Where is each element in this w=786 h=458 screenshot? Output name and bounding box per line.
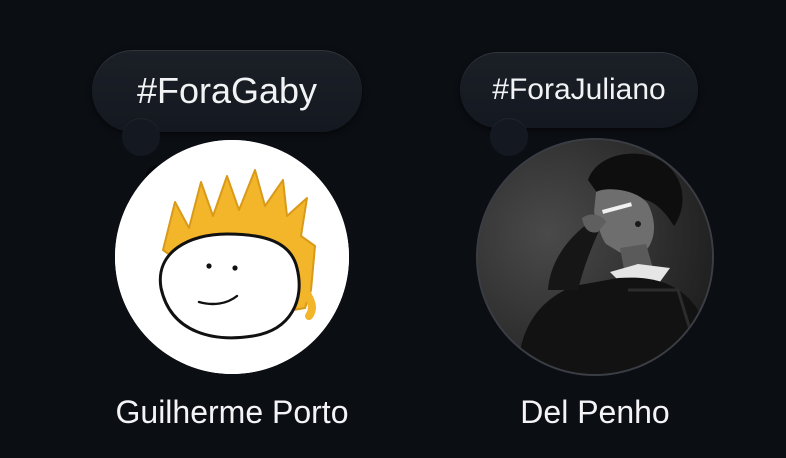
bubble-tail-dot xyxy=(490,118,528,156)
notes-row: #ForaGaby Guilherme Porto #ForaJuliano D… xyxy=(0,0,786,458)
person-smoking-photo-avatar-icon xyxy=(478,140,712,374)
cartoon-face-avatar-icon xyxy=(115,140,349,374)
bubble-tail-dot xyxy=(122,118,160,156)
note-text: #ForaJuliano xyxy=(492,73,666,106)
note-text: #ForaGaby xyxy=(136,70,318,111)
avatar[interactable] xyxy=(478,140,712,374)
note-bubble[interactable]: #ForaJuliano xyxy=(460,52,698,128)
avatar[interactable] xyxy=(115,140,349,374)
user-name: Del Penho xyxy=(520,394,670,430)
user-name: Guilherme Porto xyxy=(115,394,349,430)
